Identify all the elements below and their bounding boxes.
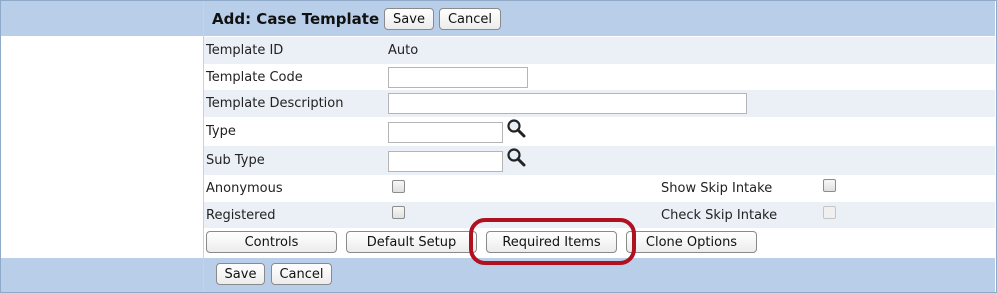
- registered-checkbox[interactable]: [392, 206, 405, 219]
- sub-type-label: Sub Type: [206, 153, 265, 168]
- row-template-id: Template ID Auto: [204, 37, 995, 64]
- save-button-bottom[interactable]: Save: [216, 263, 265, 285]
- controls-button[interactable]: Controls: [206, 231, 337, 253]
- check-skip-intake-checkbox: [823, 206, 836, 219]
- save-button-top[interactable]: Save: [384, 8, 434, 30]
- row-template-code: Template Code: [204, 64, 995, 90]
- left-band-bottom: [1, 258, 203, 292]
- anonymous-label: Anonymous: [206, 181, 283, 196]
- left-band-top: [1, 1, 203, 36]
- magnifier-icon[interactable]: [506, 147, 526, 167]
- cancel-button-bottom[interactable]: Cancel: [271, 263, 332, 285]
- template-code-input[interactable]: [388, 67, 528, 88]
- row-anonymous: Anonymous Show Skip Intake: [204, 175, 995, 202]
- template-id-label: Template ID: [206, 43, 284, 58]
- cancel-button-top[interactable]: Cancel: [439, 8, 501, 30]
- row-template-description: Template Description: [204, 90, 995, 117]
- default-setup-button[interactable]: Default Setup: [346, 231, 477, 253]
- row-sub-type: Sub Type: [204, 146, 995, 175]
- template-description-label: Template Description: [206, 96, 344, 111]
- row-registered: Registered Check Skip Intake: [204, 202, 995, 228]
- column-divider: [203, 1, 204, 292]
- footer-bar: Save Cancel: [204, 258, 995, 292]
- page-title: Add: Case Template: [212, 10, 380, 28]
- header-bar: Add: Case Template Save Cancel: [204, 1, 995, 36]
- required-items-button[interactable]: Required Items: [486, 231, 617, 253]
- anonymous-checkbox[interactable]: [392, 180, 405, 193]
- row-action-buttons: Controls Default Setup Required Items Cl…: [204, 228, 995, 258]
- row-type: Type: [204, 117, 995, 146]
- sub-type-input[interactable]: [388, 151, 503, 172]
- type-input[interactable]: [388, 122, 503, 143]
- template-code-label: Template Code: [206, 70, 303, 85]
- type-label: Type: [206, 124, 236, 139]
- registered-label: Registered: [206, 208, 276, 223]
- template-id-value: Auto: [388, 43, 419, 58]
- clone-options-button[interactable]: Clone Options: [626, 231, 757, 253]
- show-skip-intake-label: Show Skip Intake: [661, 181, 773, 196]
- show-skip-intake-checkbox[interactable]: [823, 179, 836, 192]
- magnifier-icon[interactable]: [506, 118, 526, 138]
- template-description-input[interactable]: [388, 93, 747, 114]
- check-skip-intake-label: Check Skip Intake: [661, 208, 778, 223]
